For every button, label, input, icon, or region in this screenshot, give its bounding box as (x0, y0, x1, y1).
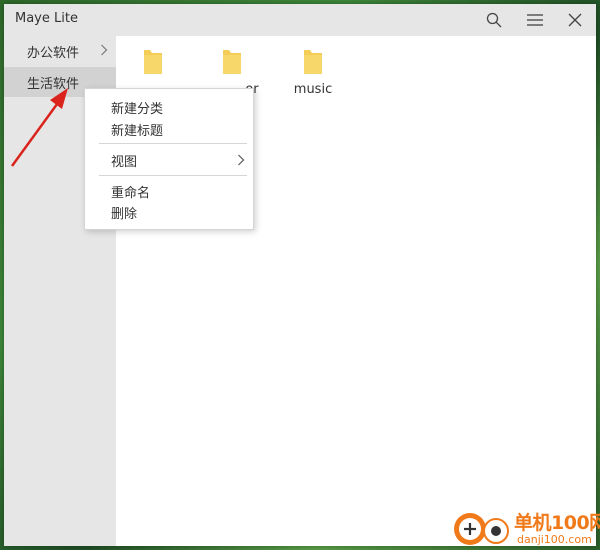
close-button[interactable] (555, 6, 595, 34)
menu-item-label: 新建标题 (111, 123, 164, 139)
menu-item-label: 重命名 (111, 185, 151, 201)
sidebar-item-label: 办公软件 (27, 45, 80, 61)
menu-item-rename[interactable]: 重命名 (85, 180, 253, 202)
menu-separator (99, 175, 247, 176)
folder-item[interactable]: music (273, 46, 353, 106)
chevron-right-icon (238, 154, 245, 166)
folder-name: music (293, 82, 333, 97)
chevron-right-icon (101, 44, 108, 56)
watermark-logo (454, 513, 509, 545)
app-window: Maye Lite 办公软件 生活软件 music 新建分类 新建标题 视图 重… (4, 4, 596, 546)
watermark: 单机100网 danji100.com (452, 508, 600, 550)
sidebar-item-label: 生活软件 (27, 76, 80, 92)
search-icon (486, 12, 502, 28)
menu-item-new-title[interactable]: 新建标题 (85, 118, 253, 140)
menu-item-view[interactable]: 视图 (85, 149, 253, 171)
folder-icon (223, 50, 241, 74)
watermark-subtitle: danji100.com (517, 533, 592, 546)
window-title: Maye Lite (15, 11, 78, 26)
menu-separator (99, 143, 247, 144)
menu-item-new-category[interactable]: 新建分类 (85, 96, 253, 118)
sidebar-item-office-software[interactable]: 办公软件 (4, 36, 116, 66)
hamburger-menu-icon (527, 14, 543, 26)
menu-item-label: 新建分类 (111, 101, 164, 117)
menu-button[interactable] (515, 6, 555, 34)
context-menu: 新建分类 新建标题 视图 重命名 删除 (84, 88, 254, 230)
menu-item-label: 视图 (111, 154, 138, 170)
title-bar: Maye Lite (4, 4, 596, 36)
menu-item-label: 删除 (111, 206, 138, 222)
close-icon (568, 13, 582, 27)
folder-icon (304, 50, 322, 74)
search-button[interactable] (474, 6, 514, 34)
watermark-title: 单机100网 (514, 512, 600, 534)
folder-icon (144, 50, 162, 74)
menu-item-delete[interactable]: 删除 (85, 201, 253, 223)
